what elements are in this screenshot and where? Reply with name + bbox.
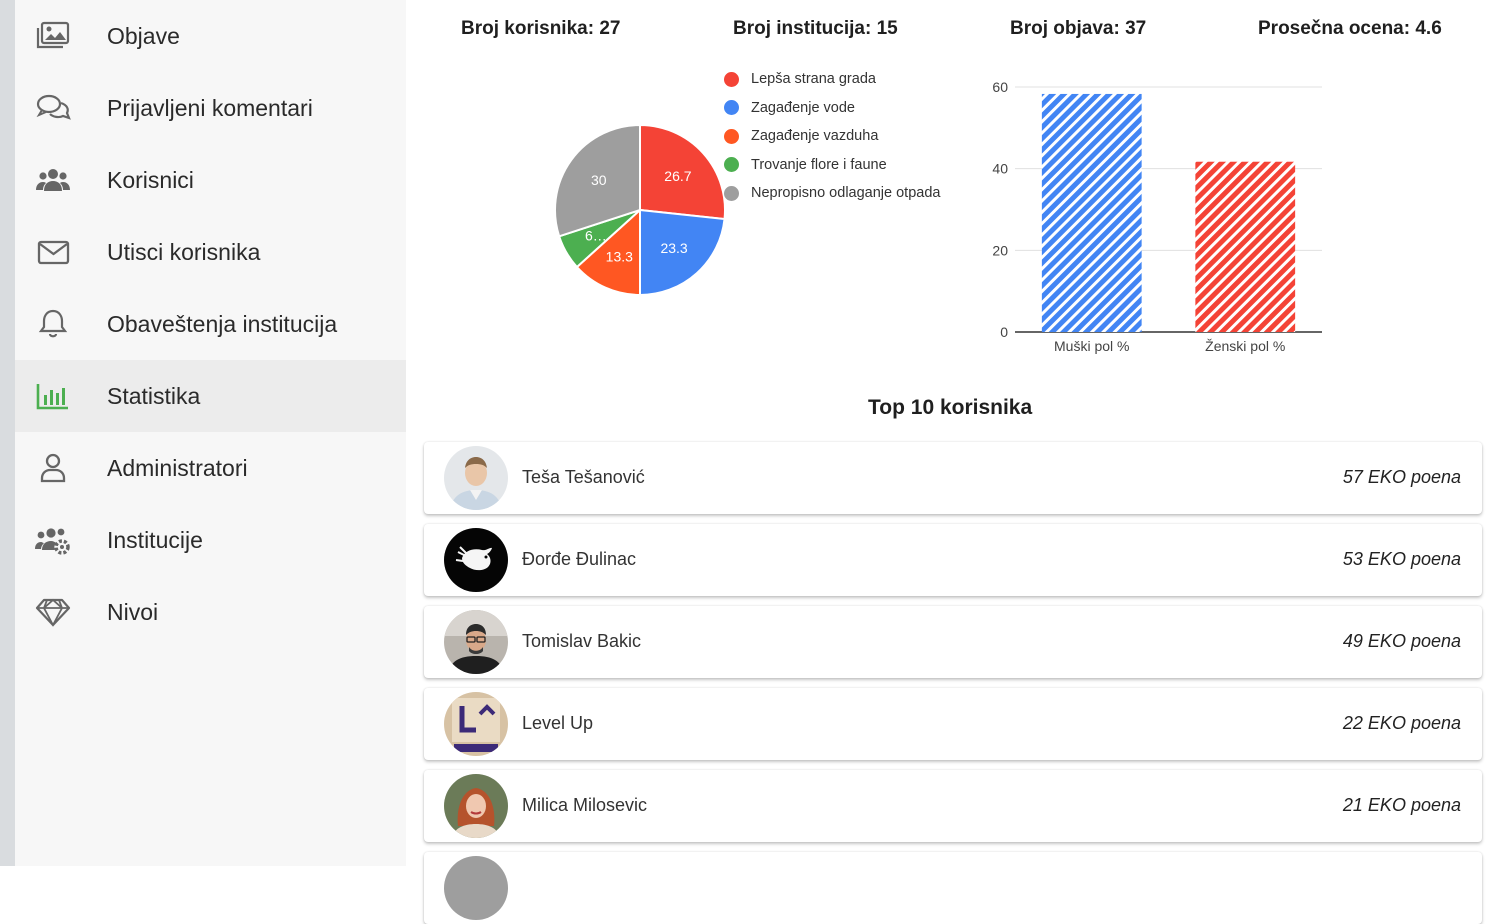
sidebar-item-label: Obaveštenja institucija bbox=[107, 310, 338, 337]
pie-chart: 26.7 23.3 13.3 6… 30 bbox=[554, 123, 726, 297]
stat-average-rating: Prosečna ocena: 4.6 bbox=[1258, 18, 1442, 39]
bar[interactable] bbox=[1041, 93, 1142, 332]
sidebar-item-label: Nivoi bbox=[107, 598, 159, 625]
sidebar-item-label: Korisnici bbox=[107, 166, 194, 193]
sidebar-item-korisnici[interactable]: Korisnici bbox=[15, 144, 406, 216]
top-user-card[interactable] bbox=[424, 852, 1482, 924]
legend-swatch bbox=[724, 71, 739, 87]
comments-icon bbox=[35, 91, 71, 125]
pie-slice-label: 23.3 bbox=[660, 240, 687, 256]
legend-item[interactable]: Nepropisno odlaganje otpada bbox=[724, 179, 940, 208]
images-icon bbox=[35, 19, 71, 53]
sidebar-item-label: Institucije bbox=[107, 526, 203, 553]
user-icon bbox=[35, 451, 71, 485]
user-name: Đorđe Đulinac bbox=[522, 549, 637, 569]
y-tick-label: 0 bbox=[1000, 324, 1008, 340]
y-tick-label: 40 bbox=[992, 161, 1008, 177]
user-points: 21 EKO poena bbox=[1342, 795, 1461, 815]
legend-swatch bbox=[724, 185, 739, 201]
user-name: Tomislav Bakic bbox=[522, 631, 642, 651]
legend-swatch bbox=[724, 128, 739, 144]
legend-label: Lepša strana grada bbox=[751, 71, 876, 88]
bell-icon bbox=[35, 307, 71, 341]
sidebar-item-administratori[interactable]: Administratori bbox=[15, 432, 406, 504]
sidebar-item-label: Administratori bbox=[107, 454, 248, 481]
envelope-icon bbox=[35, 235, 71, 269]
pie-slice-label: 6… bbox=[585, 228, 607, 244]
sidebar-item-label: Objave bbox=[107, 22, 180, 49]
legend-swatch bbox=[724, 157, 739, 173]
sidebar-item-prijavljeni-komentari[interactable]: Prijavljeni komentari bbox=[15, 72, 406, 144]
pie-slice-label: 30 bbox=[591, 172, 607, 188]
sidebar-item-label: Utisci korisnika bbox=[107, 238, 261, 265]
x-tick-label: Muški pol % bbox=[1054, 338, 1129, 354]
legend-label: Zagađenje vazduha bbox=[751, 128, 879, 145]
legend-item[interactable]: Zagađenje vode bbox=[724, 94, 940, 123]
sidebar-item-statistika[interactable]: Statistika bbox=[15, 360, 406, 432]
avatar bbox=[444, 528, 508, 592]
legend-label: Trovanje flore i faune bbox=[751, 156, 887, 173]
top-user-card[interactable]: Tomislav Bakic 49 EKO poena bbox=[424, 606, 1482, 678]
legend-item[interactable]: Lepša strana grada bbox=[724, 65, 940, 94]
avatar bbox=[444, 446, 508, 510]
users-cog-icon bbox=[35, 523, 71, 557]
bar-chart: 0 20 40 60 Muški pol % Ženski pol % bbox=[992, 79, 1322, 354]
legend-label: Nepropisno odlaganje otpada bbox=[751, 185, 941, 202]
top-user-card[interactable]: Đorđe Đulinac 53 EKO poena bbox=[424, 524, 1482, 596]
window-edge bbox=[0, 0, 15, 866]
sidebar-item-objave[interactable]: Objave bbox=[15, 0, 406, 72]
legend-swatch bbox=[724, 100, 739, 116]
avatar bbox=[444, 610, 508, 674]
x-tick-label: Ženski pol % bbox=[1205, 338, 1285, 354]
sidebar-item-obavestenja-institucija[interactable]: Obaveštenja institucija bbox=[15, 288, 406, 360]
users-icon bbox=[35, 163, 71, 197]
y-tick-label: 60 bbox=[992, 79, 1008, 95]
user-points: 53 EKO poena bbox=[1342, 549, 1461, 569]
top-user-card[interactable]: Milica Milosevic 21 EKO poena bbox=[424, 770, 1482, 842]
top-user-card[interactable]: Level Up 22 EKO poena bbox=[424, 688, 1482, 760]
sidebar-item-utisci-korisnika[interactable]: Utisci korisnika bbox=[15, 216, 406, 288]
stat-users-count: Broj korisnika: 27 bbox=[461, 18, 621, 39]
top-users-title: Top 10 korisnika bbox=[868, 396, 1033, 419]
sidebar-item-label: Statistika bbox=[107, 382, 201, 409]
top-user-card[interactable]: Teša Tešanović 57 EKO poena bbox=[424, 442, 1482, 514]
bar[interactable] bbox=[1195, 161, 1296, 332]
sidebar: Objave Prijavljeni komentari Korisnici U… bbox=[15, 0, 406, 866]
pie-legend: Lepša strana grada Zagađenje vode Zagađe… bbox=[724, 65, 940, 208]
sidebar-item-nivoi[interactable]: Nivoi bbox=[15, 576, 406, 648]
avatar bbox=[444, 692, 508, 756]
sidebar-item-label: Prijavljeni komentari bbox=[107, 94, 313, 121]
sidebar-item-institucije[interactable]: Institucije bbox=[15, 504, 406, 576]
user-points: 57 EKO poena bbox=[1342, 467, 1461, 487]
legend-label: Zagađenje vode bbox=[751, 99, 855, 116]
gem-icon bbox=[35, 595, 71, 629]
legend-item[interactable]: Zagađenje vazduha bbox=[724, 122, 940, 151]
stat-institutions-count: Broj institucija: 15 bbox=[733, 18, 898, 39]
user-points: 22 EKO poena bbox=[1342, 713, 1461, 733]
chart-bar-icon bbox=[35, 379, 71, 413]
stat-posts-count: Broj objava: 37 bbox=[1010, 18, 1147, 39]
avatar bbox=[444, 774, 508, 838]
user-name: Level Up bbox=[522, 713, 594, 733]
legend-item[interactable]: Trovanje flore i faune bbox=[724, 151, 940, 180]
user-name: Milica Milosevic bbox=[522, 795, 648, 815]
user-name: Teša Tešanović bbox=[522, 467, 645, 487]
user-points: 49 EKO poena bbox=[1342, 631, 1461, 651]
pie-slice-label: 26.7 bbox=[664, 168, 691, 184]
y-tick-label: 20 bbox=[992, 242, 1008, 258]
pie-slice-label: 13.3 bbox=[606, 249, 633, 265]
